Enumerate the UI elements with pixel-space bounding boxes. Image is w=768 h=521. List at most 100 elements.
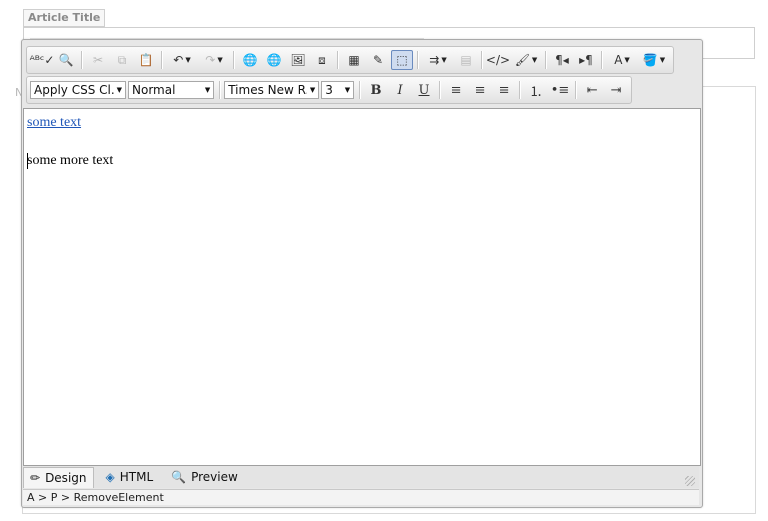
magnifier-icon: 🔍 [171, 470, 187, 484]
toolbar-separator [545, 51, 547, 69]
numbered-list-icon: ⒈ [529, 84, 543, 100]
fore-color-button[interactable]: A ▼ [607, 50, 637, 70]
css-class-value: Apply CSS Cl... [34, 83, 114, 97]
rtl-button[interactable]: ▸¶ [575, 50, 597, 70]
content-link[interactable]: some text [27, 115, 81, 131]
resize-grip[interactable] [685, 476, 695, 486]
paragraph-style-value: Normal [132, 83, 176, 97]
bold-button[interactable]: B [365, 80, 387, 100]
design-mode-tab[interactable]: ✏ Design [23, 466, 94, 488]
toolbar-separator [481, 51, 483, 69]
format-stripper-button[interactable]: 🖌 ▼ [511, 50, 541, 70]
preview-mode-tab[interactable]: 🔍 Preview [165, 467, 244, 487]
redo-icon: ↷ [205, 53, 216, 67]
cell-properties-button[interactable]: ▤ [455, 50, 477, 70]
spellcheck-button[interactable]: ᴬᴮᶜ✓ [29, 50, 55, 70]
preview-mode-label: Preview [191, 470, 238, 484]
table-properties-button[interactable]: ✎ [367, 50, 389, 70]
toolbar-separator [417, 51, 419, 69]
font-size-value: 3 [325, 83, 333, 97]
indent-icon: ⇥ [610, 82, 622, 98]
content-paragraph: some more text [27, 153, 114, 168]
chevron-down-icon: ▼ [659, 56, 666, 64]
undo-button[interactable]: ↶ ▼ [167, 50, 197, 70]
align-left-button[interactable]: ≡ [445, 80, 467, 100]
ltr-button[interactable]: ¶◂ [551, 50, 573, 70]
back-color-button[interactable]: 🪣 ▼ [639, 50, 669, 70]
apply-css-class-select[interactable]: Apply CSS Cl... ▼ [30, 81, 126, 99]
font-size-select[interactable]: 3 ▼ [321, 81, 355, 99]
toolbar-separator [519, 81, 522, 99]
underline-button[interactable]: U [413, 80, 435, 100]
chevron-down-icon: ▼ [217, 56, 223, 64]
align-center-button[interactable]: ≡ [469, 80, 491, 100]
editor-content-area[interactable]: some text some more text [23, 108, 701, 466]
chevron-down-icon: ▼ [116, 86, 122, 94]
image-icon: 🖼 [290, 53, 306, 67]
toolbar-separator [359, 81, 362, 99]
toolbar-separator [575, 81, 578, 99]
insert-row-icon: ⇉ [429, 53, 440, 67]
table-icon: ▦ [348, 53, 360, 67]
toolbar-separator [161, 51, 163, 69]
rtl-icon: ▸¶ [579, 53, 593, 67]
outdent-button[interactable]: ⇤ [581, 80, 603, 100]
paste-button[interactable]: 📋 [135, 50, 157, 70]
bulleted-list-icon: •≡ [550, 82, 570, 98]
toolbar-separator [219, 81, 222, 99]
format-stripper-icon: 🖌 [514, 53, 530, 67]
media-icon: ⧈ [318, 52, 326, 67]
ltr-icon: ¶◂ [555, 53, 569, 67]
align-center-icon: ≡ [474, 82, 486, 98]
format-buttons: B I U ≡ ≡ ≡ ⒈ •≡ ⇤ ⇥ [364, 80, 628, 100]
hyperlink-icon: 🌐 [242, 53, 258, 67]
numbered-list-button[interactable]: ⒈ [525, 80, 547, 100]
cut-button[interactable]: ✂ [87, 50, 109, 70]
toggle-borders-icon: ⬚ [396, 53, 408, 67]
code-icon: ◈ [105, 470, 115, 484]
bulleted-list-button[interactable]: •≡ [549, 80, 571, 100]
remove-link-icon: 🌐 [266, 53, 282, 67]
image-button[interactable]: 🖼 [287, 50, 309, 70]
chevron-down-icon: ▼ [624, 56, 630, 64]
html-snippet-icon: </> [485, 53, 511, 67]
chevron-down-icon: ▼ [531, 56, 538, 64]
toolbar-separator [601, 51, 603, 69]
redo-button[interactable]: ↷ ▼ [199, 50, 229, 70]
underline-icon: U [418, 82, 430, 98]
find-button[interactable]: 🔍 [55, 50, 77, 70]
find-icon: 🔍 [58, 53, 74, 67]
cell-properties-icon: ▤ [460, 53, 472, 67]
align-right-icon: ≡ [498, 82, 510, 98]
italic-icon: I [397, 82, 403, 98]
element-path-status: A > P > RemoveElement [23, 489, 699, 505]
toggle-borders-button[interactable]: ⬚ [391, 50, 413, 70]
back-color-icon: 🪣 [642, 53, 658, 67]
rich-text-editor: ᴬᴮᶜ✓ 🔍 ✂ ⧉ 📋 ↶ ▼ ↷ ▼ 🌐 🌐 🖼 ⧈ ▦ ✎ ⬚ ⇉ ▼ ▤ </> 🖌 ▼ ¶◂ ▸¶ A ▼ 🪣 ▼ Appl… [21, 39, 703, 508]
copy-icon: ⧉ [117, 52, 127, 67]
font-name-value: Times New R... [228, 83, 307, 97]
spellcheck-icon: ᴬᴮᶜ✓ [29, 53, 55, 67]
table-button[interactable]: ▦ [343, 50, 365, 70]
chevron-down-icon: ▼ [185, 56, 191, 64]
insert-row-button[interactable]: ⇉ ▼ [423, 50, 453, 70]
chevron-down-icon: ▼ [309, 86, 316, 94]
toolbar-separator [233, 51, 235, 69]
remove-link-button[interactable]: 🌐 [263, 50, 285, 70]
copy-button[interactable]: ⧉ [111, 50, 133, 70]
html-mode-tab[interactable]: ◈ HTML [100, 467, 160, 487]
italic-button[interactable]: I [389, 80, 411, 100]
align-right-button[interactable]: ≡ [493, 80, 515, 100]
font-name-select[interactable]: Times New R...▼ [224, 81, 320, 99]
chevron-down-icon: ▼ [441, 56, 447, 64]
html-snippet-button[interactable]: </> [485, 50, 511, 70]
toolbar-area: ᴬᴮᶜ✓ 🔍 ✂ ⧉ 📋 ↶ ▼ ↷ ▼ 🌐 🌐 🖼 ⧈ ▦ ✎ ⬚ ⇉ ▼ ▤ </> 🖌 ▼ ¶◂ ▸¶ A ▼ 🪣 ▼ Appl… [26, 44, 698, 104]
media-button[interactable]: ⧈ [311, 50, 333, 70]
indent-button[interactable]: ⇥ [605, 80, 627, 100]
bold-icon: B [370, 82, 382, 98]
paragraph-style-select[interactable]: Normal ▼ [128, 81, 215, 99]
hyperlink-button[interactable]: 🌐 [239, 50, 261, 70]
article-title-label: Article Title [23, 9, 106, 27]
table-properties-icon: ✎ [372, 53, 384, 67]
chevron-down-icon: ▼ [344, 86, 351, 94]
